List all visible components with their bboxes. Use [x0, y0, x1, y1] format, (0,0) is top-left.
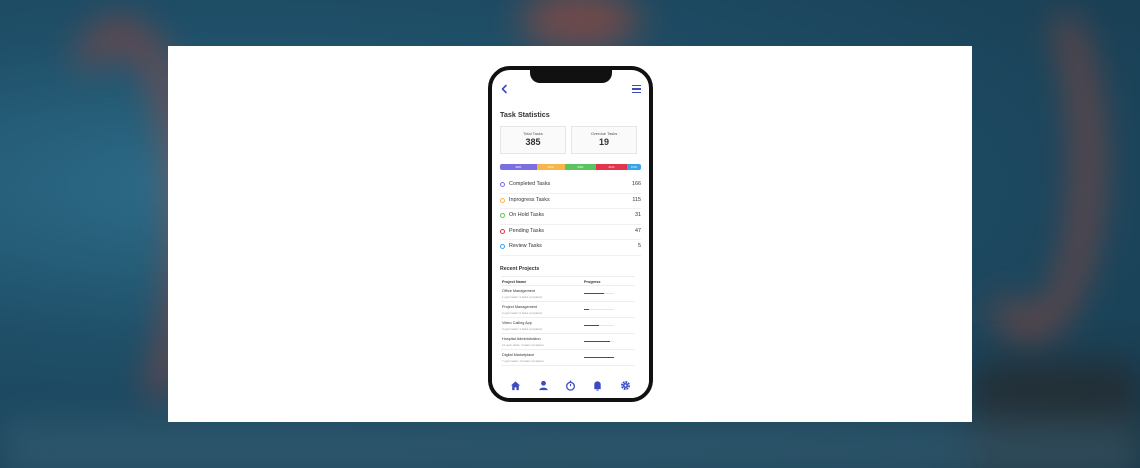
project-summary: 7 open tasks, 14 tasks completed	[502, 358, 544, 363]
stat-label: Overdue Tasks	[590, 131, 618, 136]
task-count: 5	[638, 243, 641, 249]
task-name: Completed Tasks	[509, 181, 551, 187]
project-summary: 3 open tasks, 3 tasks completed	[502, 326, 542, 331]
table-row[interactable]: Hospital Administration 12 open tasks, 4 …	[501, 334, 635, 350]
status-dot-icon	[500, 213, 505, 218]
project-progress-fill	[584, 341, 611, 343]
status-dot-icon	[500, 228, 505, 234]
status-dot-icon	[500, 197, 505, 203]
task-count: 166	[632, 181, 641, 187]
top-bar	[500, 84, 641, 96]
progress-segment: 24%	[564, 164, 596, 170]
task-list: Completed Tasks 166 Inprogress Tasks 115 On …	[500, 178, 641, 256]
task-name: On Hold Tasks	[509, 212, 544, 218]
table-header: Project Name Progress	[501, 276, 635, 286]
task-progress-bar: 30% 22% 24% 21% 10%	[500, 164, 641, 170]
user-icon[interactable]	[538, 380, 549, 391]
column-header-progress: Progress	[584, 279, 601, 284]
task-row[interactable]: Pending Tasks 47	[500, 225, 641, 240]
status-dot-icon	[500, 244, 505, 249]
bell-icon[interactable]	[592, 380, 603, 391]
project-progress-bar	[584, 357, 614, 359]
background-decoration	[960, 0, 1100, 340]
task-row[interactable]: On Hold Tasks 31	[500, 209, 641, 225]
recent-projects-title: Recent Projects	[500, 266, 540, 272]
task-name: Pending Tasks	[509, 227, 544, 234]
bottom-nav	[492, 372, 649, 398]
project-progress-fill	[584, 309, 589, 311]
project-name: Hospital Administration	[502, 337, 541, 341]
background-decoration	[520, 0, 640, 50]
project-name: Video Calling App	[502, 321, 532, 325]
project-progress-bar	[584, 293, 614, 295]
project-summary: 1 open tasks, 9 tasks completed	[502, 294, 542, 299]
progress-segment: 21%	[595, 164, 627, 170]
task-count: 31	[635, 212, 641, 218]
task-row[interactable]: Completed Tasks 166	[500, 178, 641, 194]
project-summary: 2 open tasks, 5 tasks completed	[502, 310, 542, 315]
project-summary: 12 open tasks, 4 tasks completed	[502, 342, 544, 347]
project-name: Digital Marketplace	[502, 353, 535, 357]
total-tasks-card: Total Tasks 385	[500, 126, 566, 154]
menu-icon[interactable]	[632, 85, 641, 93]
task-row[interactable]: Review Tasks 5	[500, 240, 641, 256]
task-name: Inprogress Tasks	[509, 196, 550, 203]
background-decoration	[0, 420, 1140, 468]
stat-value: 19	[598, 137, 609, 147]
task-count: 47	[635, 227, 641, 234]
table-row[interactable]: Office Management 1 open tasks, 9 tasks c…	[501, 286, 635, 302]
column-header-name: Project Name	[502, 279, 527, 284]
chevron-left-icon[interactable]	[500, 84, 510, 94]
phone-frame: Task Statistics Total Tasks 385 Overdue …	[488, 66, 653, 402]
stat-value: 385	[525, 137, 541, 147]
project-name: Office Management	[502, 289, 536, 293]
task-count: 115	[632, 196, 641, 203]
project-progress-fill	[584, 325, 599, 327]
timer-icon[interactable]	[565, 380, 576, 391]
phone-notch	[530, 70, 612, 83]
project-progress-bar	[584, 325, 614, 327]
task-row[interactable]: Inprogress Tasks 115	[500, 194, 641, 209]
stat-label: Total Tasks	[523, 131, 543, 136]
progress-segment: 10%	[626, 164, 641, 170]
recent-projects-table: Project Name Progress Office Management 1…	[501, 276, 635, 366]
status-dot-icon	[500, 182, 505, 187]
project-name: Project Management	[502, 305, 538, 309]
home-icon[interactable]	[510, 380, 521, 391]
preview-card: Task Statistics Total Tasks 385 Overdue …	[168, 46, 972, 422]
table-row[interactable]: Video Calling App 3 open tasks, 3 tasks c…	[501, 318, 635, 334]
gear-icon[interactable]	[620, 380, 631, 391]
task-name: Review Tasks	[509, 243, 542, 249]
progress-segment: 22%	[536, 164, 565, 170]
project-progress-fill	[584, 357, 614, 359]
table-row[interactable]: Project Management 2 open tasks, 5 tasks …	[501, 302, 635, 318]
project-progress-fill	[584, 293, 604, 295]
project-progress-bar	[584, 341, 614, 343]
project-progress-bar	[584, 309, 614, 311]
table-row[interactable]: Digital Marketplace 7 open tasks, 14 task…	[501, 350, 635, 366]
progress-segment: 30%	[500, 164, 537, 170]
page-title: Task Statistics	[500, 110, 550, 119]
overdue-tasks-card: Overdue Tasks 19	[571, 126, 637, 154]
